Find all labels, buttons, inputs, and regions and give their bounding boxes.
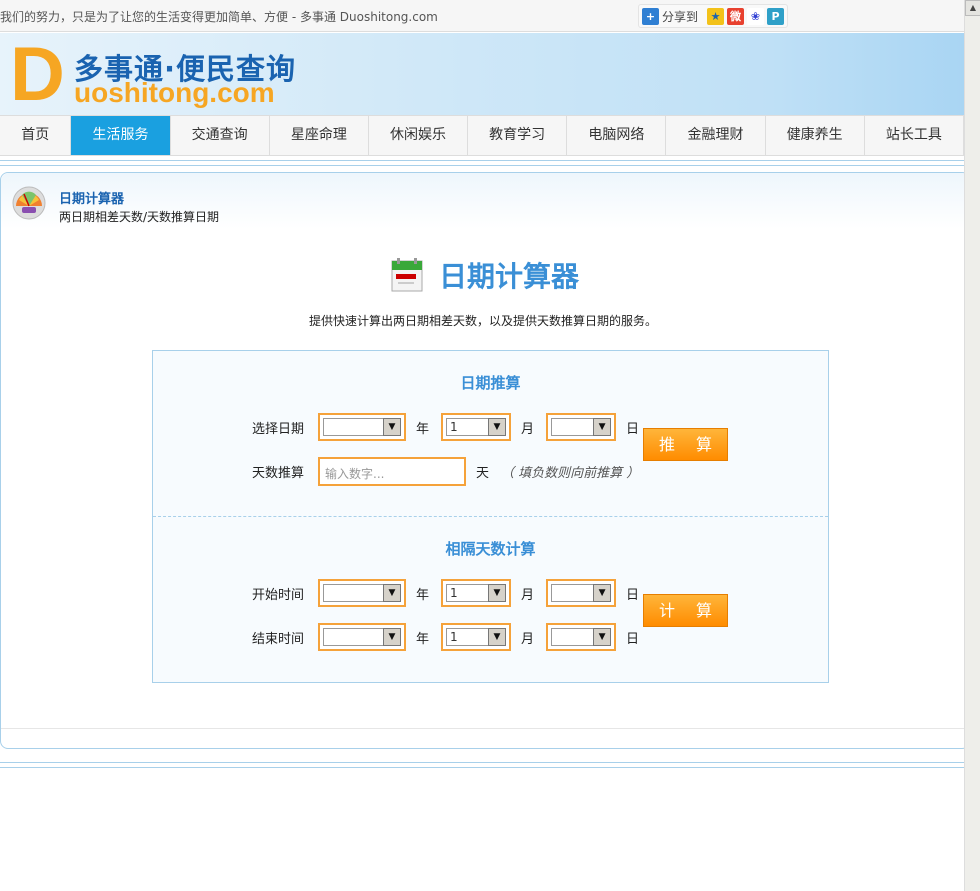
diff-section-title: 相隔天数计算 bbox=[445, 540, 536, 558]
date-label: 选择日期 bbox=[252, 421, 305, 437]
calculate-button[interactable]: 计 算 bbox=[643, 594, 728, 627]
weibo-icon[interactable]: 微 bbox=[727, 7, 745, 25]
day-unit: 日 bbox=[626, 421, 640, 437]
share-bar: + 分享到 ★ 微 ❀ P bbox=[638, 4, 788, 28]
days-input[interactable]: 输入数字... bbox=[318, 456, 466, 486]
panel-header: 日期计算器 两日期相差天数/天数推算日期 bbox=[1, 173, 969, 229]
end-month-select[interactable]: 1 ▼ bbox=[441, 623, 512, 651]
year-unit: 年 bbox=[416, 421, 430, 437]
start-year-select[interactable]: ▼ bbox=[318, 579, 406, 607]
end-year-select[interactable]: ▼ bbox=[318, 623, 406, 651]
panel-footer-line bbox=[1, 728, 965, 729]
baidu-icon[interactable]: ❀ bbox=[747, 7, 765, 25]
days-label: 天数推算 bbox=[252, 465, 305, 481]
infer-section-title: 日期推算 bbox=[460, 374, 521, 392]
divider bbox=[0, 762, 964, 768]
nav-item-traffic[interactable]: 交通查询 bbox=[171, 116, 270, 155]
page-title: 日期计算器 bbox=[391, 255, 579, 295]
chevron-down-icon: ▼ bbox=[593, 418, 612, 436]
qzone-icon[interactable]: ★ bbox=[707, 7, 725, 25]
panel-title: 日期计算器 bbox=[59, 192, 125, 207]
chevron-down-icon: ▼ bbox=[488, 628, 507, 646]
start-label: 开始时间 bbox=[252, 587, 305, 603]
infer-button[interactable]: 推 算 bbox=[643, 428, 728, 461]
year-unit: 年 bbox=[416, 587, 430, 603]
divider bbox=[0, 160, 964, 166]
infer-days-row: 天数推算 输入数字... 天 （ 填负数则向前推算 ） bbox=[252, 456, 640, 486]
end-day-select[interactable]: ▼ bbox=[546, 623, 617, 651]
slogan: 我们的努力，只是为了让您的生活变得更加简单、方便 - 多事通 Duoshiton… bbox=[0, 10, 438, 24]
start-day-select[interactable]: ▼ bbox=[546, 579, 617, 607]
days-unit: 天 bbox=[476, 465, 490, 481]
chevron-down-icon: ▼ bbox=[593, 628, 612, 646]
panel-subtitle: 两日期相差天数/天数推算日期 bbox=[59, 210, 220, 224]
nav-item-finance[interactable]: 金融理财 bbox=[666, 116, 766, 155]
chevron-down-icon: ▼ bbox=[383, 628, 401, 646]
infer-date-row: 选择日期 ▼ 年 1 ▼ 月 ▼ 日 bbox=[252, 413, 651, 441]
year-select[interactable]: ▼ bbox=[318, 413, 406, 441]
nav-item-leisure[interactable]: 休闲娱乐 bbox=[369, 116, 469, 155]
chevron-down-icon: ▼ bbox=[488, 584, 507, 602]
day-unit: 日 bbox=[626, 587, 640, 603]
pengyou-icon[interactable]: P bbox=[767, 7, 785, 25]
share-plus-icon[interactable]: + bbox=[642, 7, 659, 25]
nav-item-astrology[interactable]: 星座命理 bbox=[270, 116, 369, 155]
month-unit: 月 bbox=[521, 631, 535, 647]
chevron-down-icon: ▼ bbox=[383, 584, 401, 602]
banner: D 多事通·便民查询 uoshitong.com bbox=[0, 33, 964, 115]
calculator-panel: 日期计算器 两日期相差天数/天数推算日期 日期计算器 提供快速计算出两日期相差天… bbox=[0, 172, 970, 749]
start-month-select[interactable]: 1 ▼ bbox=[441, 579, 512, 607]
start-date-row: 开始时间 ▼ 年 1 ▼ 月 ▼ 日 bbox=[252, 579, 651, 607]
calculator-box: 日期推算 选择日期 ▼ 年 1 ▼ 月 ▼ 日 天数推算 输入数字... 天 （ … bbox=[152, 350, 829, 683]
gauge-icon bbox=[12, 186, 46, 220]
day-unit: 日 bbox=[626, 631, 640, 647]
main-nav: 首页 生活服务 交通查询 星座命理 休闲娱乐 教育学习 电脑网络 金融理财 健康… bbox=[0, 115, 964, 156]
share-label[interactable]: 分享到 bbox=[662, 8, 698, 25]
month-unit: 月 bbox=[521, 587, 535, 603]
top-bar: 我们的努力，只是为了让您的生活变得更加简单、方便 - 多事通 Duoshiton… bbox=[0, 0, 964, 32]
scroll-up-icon[interactable]: ▲ bbox=[965, 0, 980, 16]
scrollbar[interactable]: ▲ bbox=[964, 0, 980, 891]
day-select[interactable]: ▼ bbox=[546, 413, 617, 441]
end-label: 结束时间 bbox=[252, 631, 305, 647]
chevron-down-icon: ▼ bbox=[593, 584, 612, 602]
nav-item-life[interactable]: 生活服务 bbox=[71, 116, 171, 155]
nav-item-computer[interactable]: 电脑网络 bbox=[567, 116, 667, 155]
nav-item-home[interactable]: 首页 bbox=[0, 116, 72, 155]
end-date-row: 结束时间 ▼ 年 1 ▼ 月 ▼ 日 bbox=[252, 623, 651, 651]
section-divider bbox=[153, 516, 828, 517]
nav-item-webmaster[interactable]: 站长工具 bbox=[865, 116, 964, 155]
chevron-down-icon: ▼ bbox=[488, 418, 507, 436]
month-select[interactable]: 1 ▼ bbox=[441, 413, 512, 441]
month-unit: 月 bbox=[521, 421, 535, 437]
nav-item-education[interactable]: 教育学习 bbox=[468, 116, 568, 155]
page-description: 提供快速计算出两日期相差天数，以及提供天数推算日期的服务。 bbox=[308, 314, 657, 328]
year-unit: 年 bbox=[416, 631, 430, 647]
nav-item-health[interactable]: 健康养生 bbox=[766, 116, 865, 155]
chevron-down-icon: ▼ bbox=[383, 418, 401, 436]
negative-hint: （ 填负数则向前推算 ） bbox=[501, 465, 640, 481]
calendar-icon bbox=[391, 258, 423, 292]
